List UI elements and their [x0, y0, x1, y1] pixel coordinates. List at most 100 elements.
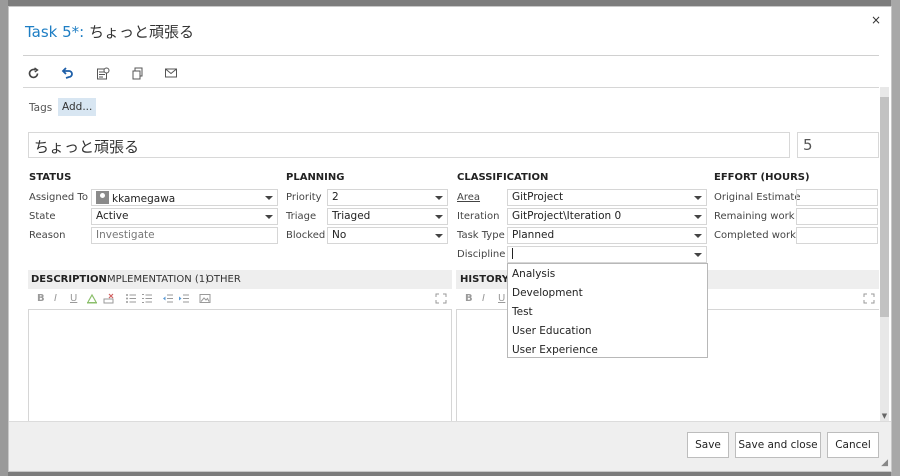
discipline-option[interactable]: User Education — [512, 325, 592, 337]
maximize-icon[interactable] — [435, 293, 447, 307]
discipline-label: Discipline — [457, 249, 506, 260]
discipline-option[interactable]: Analysis — [512, 268, 555, 280]
iteration-field[interactable]: GitProject\Iteration 0 — [507, 208, 707, 225]
area-value: GitProject — [512, 191, 564, 203]
italic-icon[interactable]: I — [54, 293, 57, 304]
cancel-button[interactable]: Cancel — [827, 432, 879, 458]
close-icon[interactable]: × — [871, 13, 881, 27]
history-icon[interactable] — [95, 65, 111, 81]
area-label: Area — [457, 192, 481, 203]
state-label: State — [29, 211, 56, 222]
indent-icon[interactable] — [178, 293, 190, 307]
numbered-list-icon[interactable] — [141, 293, 153, 307]
underline-icon[interactable]: U — [70, 293, 77, 304]
iteration-value: GitProject\Iteration 0 — [512, 210, 622, 222]
area-field[interactable]: GitProject — [507, 189, 707, 206]
remaining-work-input[interactable] — [796, 208, 878, 225]
add-tag-button[interactable]: Add... — [58, 98, 97, 116]
work-item-form: Tags Add... ちょっと頑張る 5 STATUS Assigned To… — [23, 87, 879, 423]
remaining-work-label: Remaining work — [714, 211, 795, 222]
discipline-option[interactable]: User Experience — [512, 344, 598, 356]
copy-icon[interactable] — [129, 65, 145, 81]
chevron-down-icon[interactable] — [265, 196, 273, 200]
task-type-field[interactable]: Planned — [507, 227, 707, 244]
task-type-label: Task Type — [457, 230, 505, 241]
state-field[interactable]: Active — [91, 208, 278, 225]
dialog-footer: Save Save and close Cancel ◢ — [9, 421, 891, 471]
iteration-label: Iteration — [457, 211, 500, 222]
description-editor-toolbar: B I U — [37, 293, 447, 307]
assigned-to-label: Assigned To — [29, 192, 88, 203]
description-tabbar: DESCRIPTION IMPLEMENTATION (1) OTHER — [28, 270, 452, 289]
highlight-icon[interactable] — [86, 293, 98, 307]
status-heading: STATUS — [29, 172, 72, 183]
reason-field[interactable]: Investigate — [91, 227, 278, 244]
email-icon[interactable] — [163, 65, 179, 81]
history-bold-icon[interactable]: B — [465, 293, 473, 304]
save-and-close-button[interactable]: Save and close — [735, 432, 821, 458]
completed-work-input[interactable] — [796, 227, 878, 244]
refresh-icon[interactable] — [25, 65, 41, 81]
reason-label: Reason — [29, 230, 66, 241]
discipline-option[interactable]: Test — [512, 306, 533, 318]
task-type-value: Planned — [512, 229, 555, 241]
classification-heading: CLASSIFICATION — [457, 172, 549, 183]
planning-heading: PLANNING — [286, 172, 345, 183]
blocked-label: Blocked — [286, 230, 326, 241]
triage-label: Triage — [286, 211, 317, 222]
chevron-down-icon[interactable] — [435, 234, 443, 238]
title-input[interactable]: ちょっと頑張る — [28, 132, 790, 158]
chevron-down-icon[interactable] — [694, 234, 702, 238]
dialog-title: Task 5*: ちょっと頑張る — [25, 21, 194, 42]
triage-value: Triaged — [332, 210, 371, 222]
tab-implementation[interactable]: IMPLEMENTATION (1) — [104, 274, 209, 285]
assigned-to-field[interactable]: kkamegawa — [91, 189, 278, 206]
triage-field[interactable]: Triaged — [327, 208, 448, 225]
discipline-field[interactable] — [507, 246, 707, 263]
background-right — [891, 0, 900, 476]
clear-format-icon[interactable] — [103, 293, 115, 307]
background-left — [0, 0, 8, 476]
outdent-icon[interactable] — [162, 293, 174, 307]
work-item-dialog: × Task 5*: ちょっと頑張る Tags Add... ちょっと頑張る 5… — [8, 6, 892, 472]
history-maximize-icon[interactable] — [863, 293, 875, 307]
undo-icon[interactable] — [59, 65, 75, 81]
title-divider — [23, 55, 879, 56]
dialog-title-text: ちょっと頑張る — [89, 23, 195, 41]
tab-other[interactable]: OTHER — [206, 274, 241, 285]
tags-label: Tags — [29, 102, 53, 114]
tab-description[interactable]: DESCRIPTION — [31, 274, 107, 285]
chevron-down-icon[interactable] — [435, 215, 443, 219]
original-estimate-input[interactable] — [796, 189, 878, 206]
description-editor[interactable] — [28, 309, 452, 423]
chevron-down-icon[interactable] — [435, 196, 443, 200]
blocked-value: No — [332, 229, 347, 241]
scroll-down-icon[interactable]: ▼ — [880, 412, 889, 421]
save-button[interactable]: Save — [687, 432, 729, 458]
history-italic-icon[interactable]: I — [482, 293, 485, 304]
scroll-thumb[interactable] — [880, 97, 889, 317]
history-underline-icon[interactable]: U — [498, 293, 505, 304]
bold-icon[interactable]: B — [37, 293, 45, 304]
chevron-down-icon[interactable] — [694, 253, 702, 257]
discipline-option[interactable]: Development — [512, 287, 583, 299]
resize-grip-icon[interactable]: ◢ — [881, 458, 888, 468]
work-item-link[interactable]: Task 5*: — [25, 23, 84, 41]
state-value: Active — [96, 210, 129, 222]
text-cursor — [512, 248, 513, 259]
chevron-down-icon[interactable] — [694, 196, 702, 200]
chevron-down-icon[interactable] — [265, 215, 273, 219]
completed-work-label: Completed work — [714, 230, 796, 241]
chevron-down-icon[interactable] — [694, 215, 702, 219]
effort-heading: EFFORT (HOURS) — [714, 172, 810, 183]
tab-history[interactable]: HISTORY — [460, 274, 509, 285]
priority-label: Priority — [286, 192, 322, 203]
bullet-list-icon[interactable] — [125, 293, 137, 307]
assigned-to-value: kkamegawa — [112, 193, 176, 205]
insert-image-icon[interactable] — [199, 293, 211, 307]
discipline-dropdown: Analysis Development Test User Education… — [507, 263, 708, 358]
blocked-field[interactable]: No — [327, 227, 448, 244]
form-scrollbar[interactable]: ▼ — [880, 87, 889, 421]
user-avatar-icon — [96, 191, 109, 204]
priority-field[interactable]: 2 — [327, 189, 448, 206]
